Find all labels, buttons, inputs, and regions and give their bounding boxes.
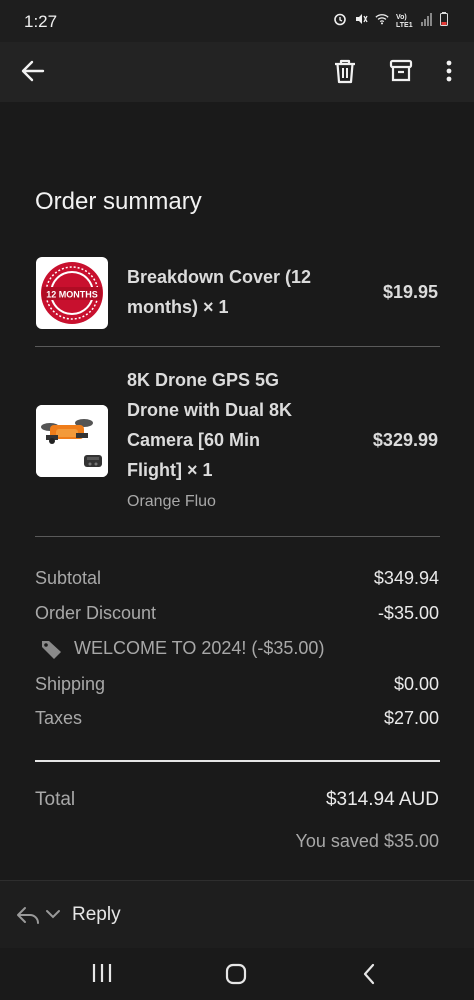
reply-icon[interactable]: [16, 905, 40, 925]
total-label: Total: [35, 789, 76, 810]
divider: [35, 346, 440, 347]
subtotal-label: Subtotal: [35, 568, 102, 588]
delete-button[interactable]: [328, 54, 362, 88]
order-summary-title: Order summary: [35, 188, 202, 215]
reply-bar[interactable]: Reply: [0, 880, 474, 948]
home-icon: [225, 963, 247, 985]
chevron-left-icon: [363, 963, 375, 985]
mute-icon: [354, 12, 368, 31]
arrow-left-icon: [21, 60, 45, 82]
signal-icon: [421, 12, 433, 31]
order-summary-content: Order summary 12 MONTHS Breakdown Cover …: [0, 102, 474, 880]
item-price: $19.95: [382, 282, 438, 302]
archive-icon: [389, 59, 413, 82]
back-button[interactable]: [16, 54, 50, 88]
nav-back-button[interactable]: [358, 962, 382, 986]
reply-button[interactable]: Reply: [72, 904, 121, 926]
total-value: $314.94 AUD: [325, 789, 439, 810]
item-name-line: Flight] × 1: [127, 460, 213, 480]
item-name: Breakdown Cover (12 months) × 1: [127, 262, 311, 322]
network-type-label: Vo) LTE1: [396, 13, 413, 29]
alarm-icon: [333, 12, 347, 31]
item-name-line: Drone with Dual 8K: [127, 400, 293, 420]
system-nav-bar: [0, 948, 474, 1000]
recents-icon: [92, 964, 112, 982]
status-icons: Vo) LTE1: [333, 12, 448, 31]
recents-button[interactable]: [90, 962, 114, 984]
item-name-line: 8K Drone GPS 5G: [127, 370, 280, 390]
item-name-line: Breakdown Cover (12: [127, 267, 312, 287]
drone-icon: [36, 405, 108, 477]
shipping-value: $0.00: [393, 674, 439, 694]
warranty-badge-icon: 12 MONTHS: [41, 262, 103, 324]
order-discount-value: -$35.00: [377, 603, 439, 623]
item-name-line: Camera [60 Min: [127, 430, 261, 450]
order-discount-label: Order Discount: [35, 603, 157, 623]
divider-total: [35, 760, 440, 762]
archive-button[interactable]: [384, 54, 418, 88]
taxes-value: $27.00: [383, 708, 439, 728]
home-button[interactable]: [224, 962, 248, 986]
more-vertical-icon: [446, 60, 452, 82]
status-time: 1:27: [24, 12, 58, 31]
wifi-icon: [375, 12, 389, 31]
warranty-product-image: 12 MONTHS: [36, 257, 108, 329]
more-options-button[interactable]: [436, 54, 462, 88]
item-name-line: months) × 1: [127, 297, 229, 317]
discount-code-label: WELCOME TO 2024! (-$35.00): [74, 638, 325, 658]
you-saved-text: You saved $35.00: [295, 831, 439, 851]
taxes-label: Taxes: [35, 708, 83, 728]
shipping-label: Shipping: [35, 674, 106, 694]
subtotal-value: $349.94: [373, 568, 439, 588]
trash-icon: [335, 59, 355, 84]
status-bar: 1:27 Vo) LTE1: [0, 0, 474, 42]
drone-product-image: [36, 405, 108, 477]
item-variant: Orange Fluo: [127, 493, 216, 510]
chevron-down-icon[interactable]: [45, 907, 61, 921]
app-bar: [0, 42, 474, 102]
item-name: 8K Drone GPS 5G Drone with Dual 8K Camer…: [127, 365, 292, 485]
warranty-badge-text: 12 MONTHS: [46, 290, 98, 300]
item-price: $329.99: [372, 430, 438, 450]
battery-icon: [440, 12, 448, 31]
discount-tag-icon: [40, 638, 64, 660]
divider: [35, 536, 440, 537]
